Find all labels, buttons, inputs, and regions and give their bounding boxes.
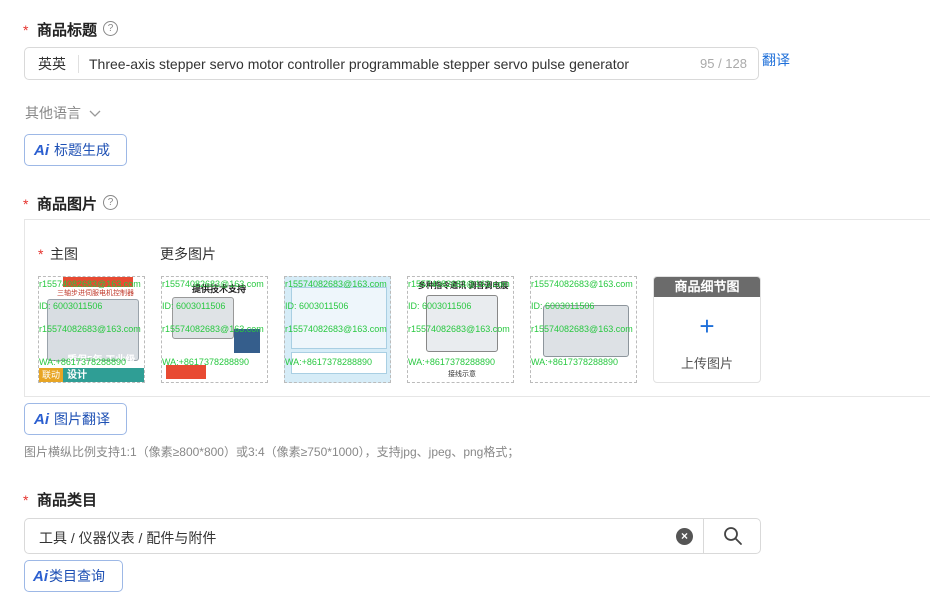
ai-category-button-label: 类目查询 xyxy=(49,568,105,584)
watermark-text: ID: 6003011506 xyxy=(531,301,595,311)
image-format-hint: 图片横纵比例支持1:1（像素≥800*800）或3:4（像素≥750*1000）… xyxy=(24,445,520,459)
upload-image-label: 上传图片 xyxy=(680,356,733,371)
watermark-text: WA:+8617378288890 xyxy=(531,357,618,367)
thumb-caption: 三轴步进伺服电机控制器 xyxy=(57,290,134,297)
main-image-thumbnail[interactable]: 三轴步进伺服电机控制器 联动 质保5年 工业级设计 r15574082683@1… xyxy=(38,276,145,383)
required-asterisk: * xyxy=(23,22,29,38)
product-images-label: 商品图片 xyxy=(37,196,98,213)
character-count: 95 / 128 xyxy=(700,56,747,71)
category-search-input[interactable]: 工具 / 仪器仪表 / 配件与附件 × xyxy=(24,518,761,554)
more-image-thumbnail[interactable]: 提供技术支持 r15574082683@163.com ID: 60030115… xyxy=(161,276,268,383)
ai-icon: Ai xyxy=(33,567,48,585)
ai-image-translate-button[interactable]: Ai 图片翻译 xyxy=(24,403,127,435)
ai-title-generate-button[interactable]: Ai 标题生成 xyxy=(24,134,127,166)
category-value: 工具 / 仪器仪表 / 配件与附件 xyxy=(39,530,217,546)
watermark-text: r15574082683@163.com xyxy=(285,279,387,289)
required-asterisk: * xyxy=(23,196,29,212)
watermark-text: ID: 6003011506 xyxy=(285,301,349,311)
plus-icon[interactable]: + xyxy=(654,313,760,339)
watermark-text: r15574082683@163.com xyxy=(531,279,633,289)
watermark-text: r15574082683@163.com xyxy=(39,279,141,289)
thumb-caption: 联动 xyxy=(39,368,63,382)
watermark-text: ID: 6003011506 xyxy=(39,301,103,311)
watermark-text: r15574082683@163.com xyxy=(39,324,141,334)
watermark-text: ID: 6003011506 xyxy=(408,301,472,311)
more-image-thumbnail[interactable]: r15574082683@163.com ID: 6003011506 r155… xyxy=(284,276,391,383)
required-asterisk: * xyxy=(23,492,29,508)
upload-image-card[interactable]: 商品细节图 + 上传图片 xyxy=(653,276,761,383)
watermark-text: r15574082683@163.com xyxy=(285,324,387,334)
watermark-text: WA:+8617378288890 xyxy=(408,357,495,367)
watermark-text: WA:+8617378288890 xyxy=(39,357,126,367)
clear-icon[interactable]: × xyxy=(676,528,693,545)
watermark-text: WA:+8617378288890 xyxy=(162,357,249,367)
more-image-thumbnail[interactable]: 多种指令通讯 调音调电展 接线示意 r15574082683@163.com I… xyxy=(407,276,514,383)
watermark-text: r15574082683@163.com xyxy=(408,324,510,334)
help-icon[interactable]: ? xyxy=(103,195,118,210)
help-icon[interactable]: ? xyxy=(103,21,118,36)
watermark-text: r15574082683@163.com xyxy=(162,279,264,289)
watermark-text: r15574082683@163.com xyxy=(408,279,510,289)
watermark-text: WA:+8617378288890 xyxy=(285,357,372,367)
language-tag[interactable]: 英英 xyxy=(25,54,79,73)
ai-image-button-label: 图片翻译 xyxy=(54,411,110,427)
chevron-down-icon xyxy=(89,110,101,118)
product-title-value[interactable]: Three-axis stepper servo motor controlle… xyxy=(79,56,700,72)
translate-link[interactable]: 翻译 xyxy=(762,50,790,70)
product-title-input[interactable]: 英英 Three-axis stepper servo motor contro… xyxy=(24,47,759,80)
thumb-caption: 接线示意 xyxy=(448,371,476,378)
ai-icon: Ai xyxy=(34,410,49,428)
other-languages-toggle[interactable]: 其他语言 xyxy=(25,103,101,123)
search-button[interactable] xyxy=(703,518,761,554)
watermark-text: r15574082683@163.com xyxy=(162,324,264,334)
product-title-label: 商品标题 xyxy=(37,22,98,39)
ai-category-query-button[interactable]: Ai 类目查询 xyxy=(24,560,123,592)
ai-icon: Ai xyxy=(34,141,49,159)
detail-image-header: 商品细节图 xyxy=(654,277,760,297)
ai-title-button-label: 标题生成 xyxy=(54,142,110,158)
product-category-label: 商品类目 xyxy=(37,492,98,509)
watermark-text: ID: 6003011506 xyxy=(162,301,226,311)
main-image-label: 主图 xyxy=(50,246,78,262)
required-asterisk: * xyxy=(38,246,44,262)
more-image-thumbnail[interactable]: r15574082683@163.com ID: 6003011506 r155… xyxy=(530,276,637,383)
more-images-label: 更多图片 xyxy=(160,246,216,262)
watermark-text: r15574082683@163.com xyxy=(531,324,633,334)
search-icon xyxy=(724,527,742,545)
other-languages-label: 其他语言 xyxy=(25,105,81,121)
